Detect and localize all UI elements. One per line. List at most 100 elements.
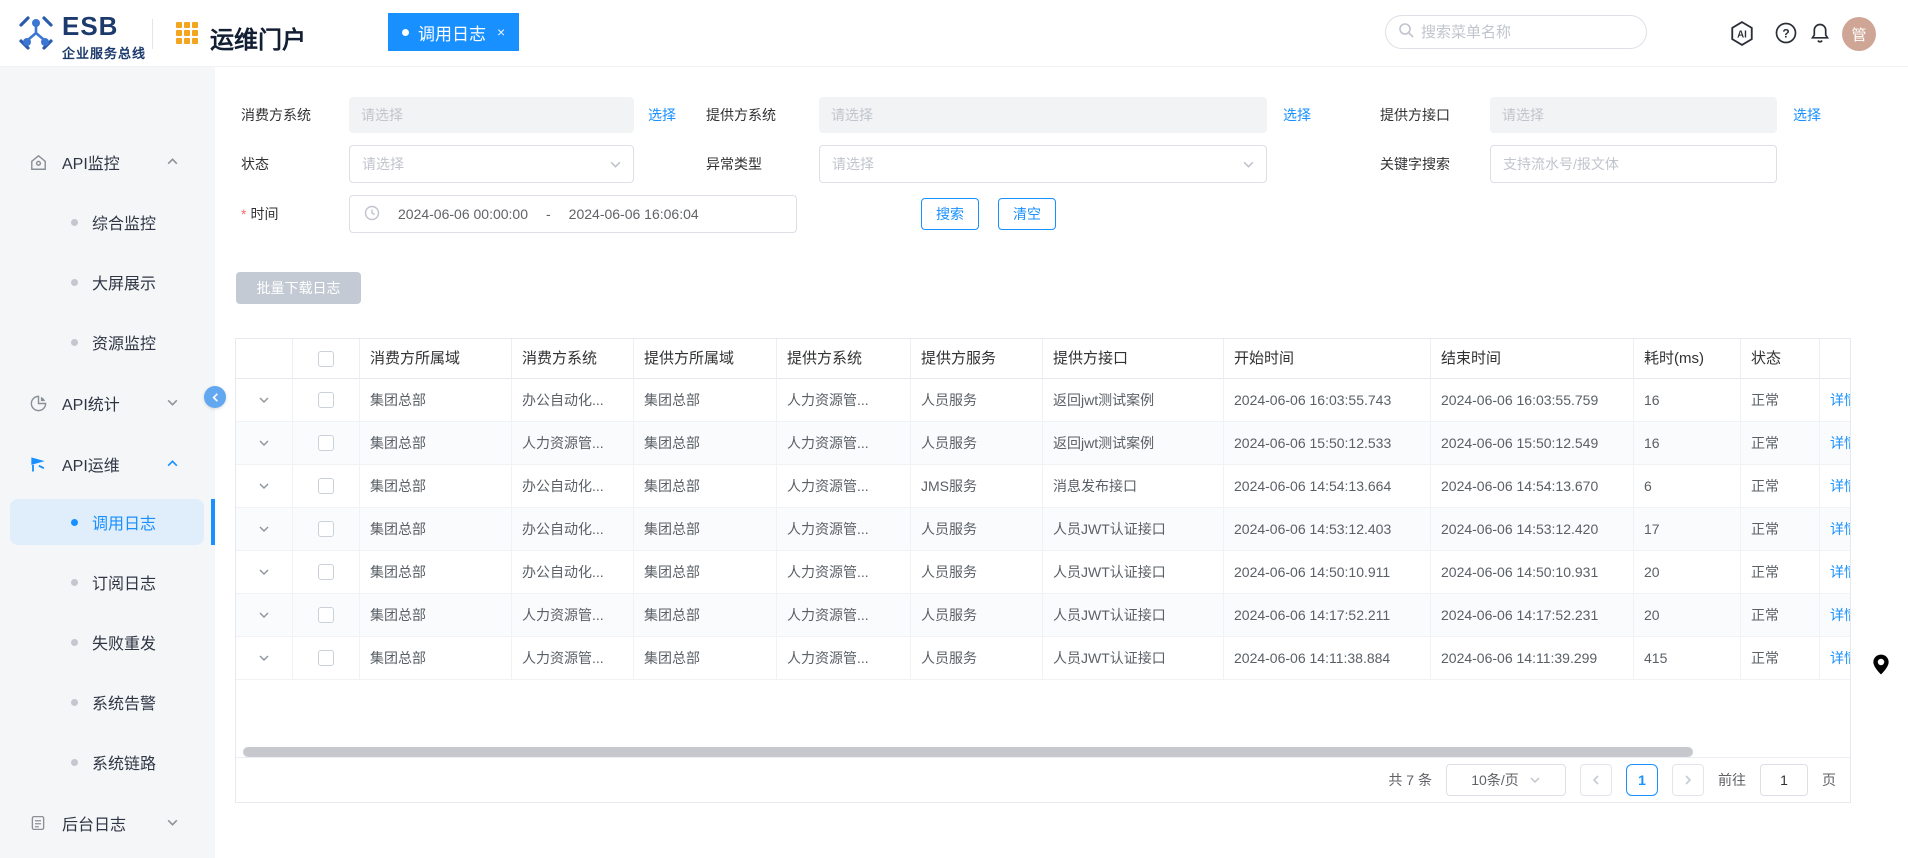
provider-system-select-link[interactable]: 选择 [1283, 97, 1311, 133]
search-button[interactable]: 搜索 [921, 198, 979, 230]
sidebar-item-system-link[interactable]: 系统链路 [0, 742, 215, 782]
cell-provider-system: 人力资源管... [777, 422, 911, 465]
sidebar-group-label: API监控 [62, 156, 120, 173]
goto-page-input[interactable] [1760, 764, 1808, 796]
column-header: 消费方所属域 [360, 339, 512, 379]
prev-page-button[interactable] [1580, 764, 1612, 796]
row-checkbox[interactable] [293, 379, 360, 422]
row-detail-link[interactable]: 详情 [1830, 564, 1850, 580]
sidebar-item-resource-monitor[interactable]: 资源监控 [0, 322, 215, 362]
provider-interface-input[interactable] [1490, 97, 1777, 133]
sidebar-item-call-log[interactable]: 调用日志 [0, 502, 215, 542]
clear-button[interactable]: 清空 [998, 198, 1056, 230]
sidebar-group-backend-log[interactable]: 后台日志 [0, 803, 215, 843]
cell-provider-system: 人力资源管... [777, 465, 911, 508]
row-expand-icon[interactable] [236, 508, 293, 551]
select-all-checkbox[interactable] [293, 339, 360, 379]
sidebar-group-api-statistics[interactable]: API统计 [0, 383, 215, 423]
table-header-row: 消费方所属域 消费方系统 提供方所属域 提供方系统 提供方服务 提供方接口 开始… [236, 339, 1850, 379]
exception-type-select[interactable] [819, 145, 1267, 183]
page-size-select[interactable]: 10条/页 [1446, 764, 1566, 796]
cell-provider-interface: 返回jwt测试案例 [1043, 379, 1224, 422]
status-select-field[interactable] [362, 156, 621, 172]
notification-bell-icon[interactable] [1807, 20, 1833, 46]
chevron-up-icon [166, 457, 180, 471]
row-checkbox[interactable] [293, 465, 360, 508]
cell-consumer-domain: 集团总部 [360, 637, 512, 680]
help-icon[interactable]: ? [1773, 20, 1799, 46]
row-detail-link[interactable]: 详情 [1830, 392, 1850, 408]
sidebar-item-subscribe-log[interactable]: 订阅日志 [0, 562, 215, 602]
sidebar-group-api-monitor[interactable]: API监控 [0, 142, 215, 182]
sidebar-collapse-button[interactable] [204, 386, 226, 408]
cell-consumer-system: 人力资源管... [512, 422, 634, 465]
time-end-value[interactable]: 2024-06-06 16:06:04 [569, 206, 699, 222]
cell-provider-interface: 人员JWT认证接口 [1043, 508, 1224, 551]
row-detail-link[interactable]: 详情 [1830, 521, 1850, 537]
status-select[interactable] [349, 145, 634, 183]
sidebar-item-system-alert[interactable]: 系统告警 [0, 682, 215, 722]
next-page-button[interactable] [1672, 764, 1704, 796]
row-detail-link[interactable]: 详情 [1830, 435, 1850, 451]
row-checkbox[interactable] [293, 551, 360, 594]
sidebar-item-big-screen[interactable]: 大屏展示 [0, 262, 215, 302]
consumer-system-input-field[interactable] [361, 107, 622, 123]
row-expand-icon[interactable] [236, 637, 293, 680]
table-row: 集团总部 人力资源管... 集团总部 人力资源管... 人员服务 人员JWT认证… [236, 637, 1850, 680]
cell-start-time: 2024-06-06 16:03:55.743 [1224, 379, 1431, 422]
row-expand-icon[interactable] [236, 551, 293, 594]
time-range-picker[interactable]: 2024-06-06 00:00:00 - 2024-06-06 16:06:0… [349, 195, 797, 233]
bullet-dot-icon [71, 758, 78, 766]
cell-provider-domain: 集团总部 [634, 422, 777, 465]
sidebar-item-failure-resend[interactable]: 失败重发 [0, 622, 215, 662]
keyword-input-field[interactable] [1503, 156, 1764, 172]
tab-close-icon[interactable]: × [497, 24, 505, 40]
provider-interface-select-link[interactable]: 选择 [1793, 97, 1821, 133]
column-header: 提供方接口 [1043, 339, 1224, 379]
svg-text:?: ? [1782, 27, 1789, 41]
menu-search-box[interactable] [1385, 15, 1647, 49]
cell-provider-domain: 集团总部 [634, 508, 777, 551]
row-expand-icon[interactable] [236, 422, 293, 465]
tab-call-log[interactable]: 调用日志 × [388, 13, 520, 51]
flag-icon [28, 454, 48, 474]
sidebar-group-api-operations[interactable]: API运维 [0, 444, 215, 484]
cell-consumer-domain: 集团总部 [360, 594, 512, 637]
provider-system-input-field[interactable] [831, 107, 1255, 123]
row-detail-link[interactable]: 详情 [1830, 607, 1850, 623]
sidebar-item-label: 调用日志 [92, 516, 157, 533]
sidebar-item-comprehensive-monitor[interactable]: 综合监控 [0, 202, 215, 242]
row-checkbox[interactable] [293, 637, 360, 680]
scrollbar-thumb[interactable] [243, 747, 1693, 757]
consumer-system-select-link[interactable]: 选择 [648, 97, 676, 133]
cell-provider-interface: 人员JWT认证接口 [1043, 551, 1224, 594]
batch-download-button[interactable]: 批量下载日志 [236, 272, 361, 304]
row-checkbox[interactable] [293, 594, 360, 637]
row-expand-icon[interactable] [236, 594, 293, 637]
row-expand-icon[interactable] [236, 465, 293, 508]
column-header: 提供方所属域 [634, 339, 777, 379]
cell-provider-interface: 返回jwt测试案例 [1043, 422, 1224, 465]
row-checkbox[interactable] [293, 422, 360, 465]
consumer-system-input[interactable] [349, 97, 634, 133]
time-range-separator: - [546, 206, 551, 222]
provider-interface-input-field[interactable] [1502, 107, 1765, 123]
current-page-button[interactable]: 1 [1626, 764, 1658, 796]
time-start-value[interactable]: 2024-06-06 00:00:00 [398, 206, 528, 222]
provider-system-input[interactable] [819, 97, 1267, 133]
pie-chart-icon [28, 393, 48, 413]
user-avatar[interactable]: 管 [1842, 17, 1876, 51]
cell-provider-domain: 集团总部 [634, 637, 777, 680]
row-checkbox[interactable] [293, 508, 360, 551]
menu-search-input[interactable] [1421, 23, 1634, 41]
row-expand-icon[interactable] [236, 379, 293, 422]
keyword-input[interactable] [1490, 145, 1777, 183]
ai-assistant-icon[interactable]: AI [1729, 20, 1755, 46]
horizontal-scrollbar[interactable] [243, 747, 1843, 757]
bullet-dot-icon [71, 518, 78, 526]
exception-type-select-field[interactable] [832, 156, 1254, 172]
row-detail-link[interactable]: 详情 [1830, 478, 1850, 494]
row-detail-link[interactable]: 详情 [1830, 650, 1850, 666]
cell-status: 正常 [1741, 594, 1820, 637]
cell-duration: 16 [1634, 379, 1741, 422]
